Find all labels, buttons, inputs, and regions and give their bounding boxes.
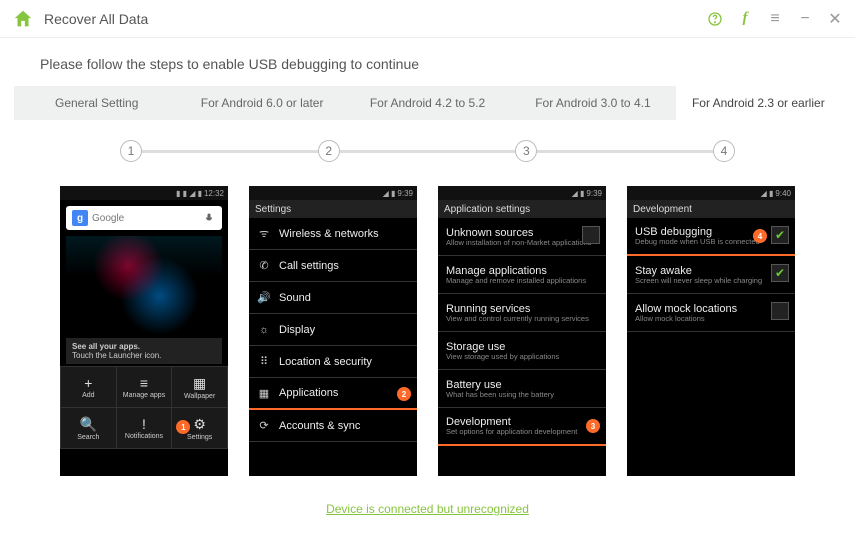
dock-manage-apps: ≡Manage apps	[117, 367, 172, 407]
menu-icon[interactable]: ≡	[767, 11, 783, 27]
checkbox-icon	[771, 302, 789, 320]
step-badge-1: 1	[176, 420, 190, 434]
unrecognized-link[interactable]: Device is connected but unrecognized	[326, 502, 529, 516]
row-display: ☼Display	[249, 314, 417, 346]
step-3: 3	[515, 140, 537, 162]
step-bar	[142, 150, 318, 153]
titlebar: Recover All Data f ≡ − ✕	[0, 0, 855, 38]
dock-wallpaper: ▦Wallpaper	[172, 367, 227, 407]
instruction-text: Please follow the steps to enable USB de…	[0, 38, 855, 86]
row-usb-debugging: USB debuggingDebug mode when USB is conn…	[627, 218, 795, 256]
home-dock: +Add ≡Manage apps ▦Wallpaper 🔍Search !No…	[60, 366, 228, 449]
step-badge-2: 2	[397, 387, 411, 401]
row-manage-apps: Manage applicationsManage and remove ins…	[438, 256, 606, 294]
step-bar	[340, 150, 516, 153]
row-accounts: ⟳Accounts & sync	[249, 410, 417, 442]
step-bar	[537, 150, 713, 153]
statusbar: ◢ ▮9:40	[627, 186, 795, 200]
row-unknown-sources: Unknown sourcesAllow installation of non…	[438, 218, 606, 256]
tab-general[interactable]: General Setting	[14, 86, 179, 120]
checkbox-icon: ✔	[771, 264, 789, 282]
phone-screens: ▮ ▮ ◢ ▮12:32 g Google See all your apps.…	[0, 178, 855, 486]
tabs: General Setting For Android 6.0 or later…	[14, 86, 841, 120]
row-development: DevelopmentSet options for application d…	[438, 408, 606, 446]
row-running: Running servicesView and control current…	[438, 294, 606, 332]
row-sound: 🔊Sound	[249, 282, 417, 314]
checkbox-icon: ✔	[771, 226, 789, 244]
statusbar: ◢ ▮9:39	[438, 186, 606, 200]
dock-search: 🔍Search	[61, 408, 116, 448]
step-2: 2	[318, 140, 340, 162]
phone-header: Application settings	[438, 200, 606, 218]
wallpaper	[66, 236, 222, 336]
tab-android-6[interactable]: For Android 6.0 or later	[179, 86, 344, 120]
tab-android-23[interactable]: For Android 2.3 or earlier	[676, 86, 841, 120]
close-icon[interactable]: ✕	[827, 11, 843, 27]
tab-android-42[interactable]: For Android 4.2 to 5.2	[345, 86, 510, 120]
home-icon[interactable]	[12, 8, 34, 30]
row-location: ⠿Location & security	[249, 346, 417, 378]
tab-android-30[interactable]: For Android 3.0 to 4.1	[510, 86, 675, 120]
statusbar: ◢ ▮9:39	[249, 186, 417, 200]
row-stay-awake: Stay awakeScreen will never sleep while …	[627, 256, 795, 294]
phone-step-1: ▮ ▮ ◢ ▮12:32 g Google See all your apps.…	[60, 186, 228, 476]
app-title: Recover All Data	[44, 11, 707, 27]
dock-notifications: !Notifications	[117, 408, 172, 448]
phone-header: Settings	[249, 200, 417, 218]
dock-add: +Add	[61, 367, 116, 407]
dock-settings: ⚙Settings1	[172, 408, 227, 448]
step-4: 4	[713, 140, 735, 162]
stepper: 1 2 3 4	[0, 120, 855, 178]
minimize-icon[interactable]: −	[797, 11, 813, 27]
footer: Device is connected but unrecognized	[0, 486, 855, 532]
row-wireless: ᯤWireless & networks	[249, 218, 417, 250]
checkbox-icon	[582, 226, 600, 244]
phone-step-4: ◢ ▮9:40 Development USB debuggingDebug m…	[627, 186, 795, 476]
google-search: g Google	[66, 206, 222, 230]
statusbar: ▮ ▮ ◢ ▮12:32	[60, 186, 228, 200]
facebook-icon[interactable]: f	[737, 11, 753, 27]
row-battery: Battery useWhat has been using the batte…	[438, 370, 606, 408]
phone-step-3: ◢ ▮9:39 Application settings Unknown sou…	[438, 186, 606, 476]
help-icon[interactable]	[707, 11, 723, 27]
title-actions: f ≡ − ✕	[707, 11, 843, 27]
row-call: ✆Call settings	[249, 250, 417, 282]
phone-header: Development	[627, 200, 795, 218]
row-applications: ▦Applications2	[249, 378, 417, 410]
step-1: 1	[120, 140, 142, 162]
mic-icon	[202, 211, 216, 225]
row-storage: Storage useView storage used by applicat…	[438, 332, 606, 370]
google-icon: g	[72, 210, 88, 226]
phone-step-2: ◢ ▮9:39 Settings ᯤWireless & networks ✆C…	[249, 186, 417, 476]
google-label: Google	[92, 213, 198, 224]
hint-bubble: See all your apps. Touch the Launcher ic…	[66, 338, 222, 364]
step-badge-3: 3	[586, 419, 600, 433]
row-mock-locations: Allow mock locationsAllow mock locations	[627, 294, 795, 332]
step-badge-4: 4	[753, 229, 767, 243]
